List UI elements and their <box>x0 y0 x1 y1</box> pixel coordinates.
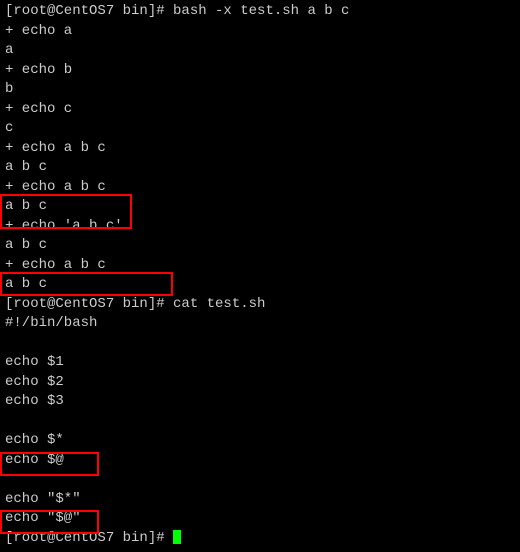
terminal-line: b <box>5 80 515 100</box>
terminal-prompt-current[interactable]: [root@CentOS7 bin]# <box>5 529 515 549</box>
script-line <box>5 470 515 490</box>
terminal-line: + echo a b c <box>5 256 515 276</box>
terminal-line: c <box>5 119 515 139</box>
script-line: echo $@ <box>5 451 515 471</box>
script-line: echo "$@" <box>5 509 515 529</box>
terminal-line-prompt1: [root@CentOS7 bin]# bash -x test.sh a b … <box>5 2 515 22</box>
terminal-line: a b c <box>5 197 515 217</box>
terminal-line-prompt2: [root@CentOS7 bin]# cat test.sh <box>5 295 515 315</box>
terminal-line: a b c <box>5 236 515 256</box>
terminal-line: a <box>5 41 515 61</box>
script-line: echo $1 <box>5 353 515 373</box>
terminal-line: + echo a b c <box>5 139 515 159</box>
terminal-line: + echo b <box>5 61 515 81</box>
terminal-line: + echo c <box>5 100 515 120</box>
terminal-line: + echo a b c <box>5 178 515 198</box>
script-line: #!/bin/bash <box>5 314 515 334</box>
script-line: echo $* <box>5 431 515 451</box>
script-line: echo "$*" <box>5 490 515 510</box>
terminal-line: + echo a <box>5 22 515 42</box>
terminal-line: + echo 'a b c' <box>5 217 515 237</box>
terminal-line: a b c <box>5 275 515 295</box>
terminal-line: a b c <box>5 158 515 178</box>
script-line <box>5 412 515 432</box>
script-line: echo $3 <box>5 392 515 412</box>
cursor-icon <box>173 530 181 544</box>
script-line <box>5 334 515 354</box>
script-line: echo $2 <box>5 373 515 393</box>
